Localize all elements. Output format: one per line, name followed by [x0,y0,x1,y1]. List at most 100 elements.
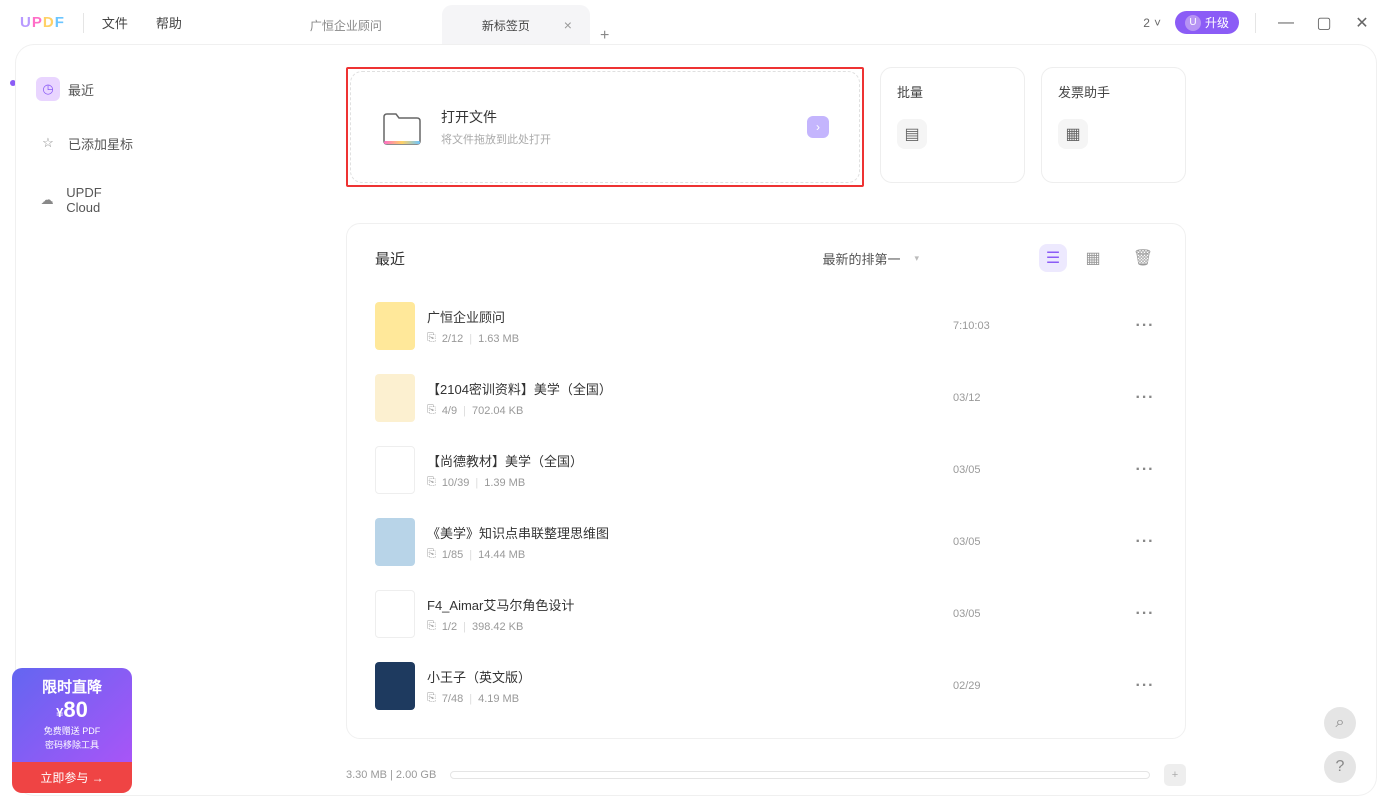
file-list: 广恒企业顾问 ⎘ 2/12 | 1.63 MB 7:10:03 ··· 【210… [347,286,1185,738]
app-logo: UPDF [20,14,65,31]
file-more-button[interactable]: ··· [1133,677,1157,695]
workspace: ◷ 最近 ☆ 已添加星标 ☁ UPDF Cloud 打开文件 将文件拖放到此处打… [16,45,1376,795]
batch-card[interactable]: 批量 ▤ [880,67,1025,183]
upgrade-button[interactable]: U升级 [1175,11,1239,34]
file-name: 【2104密训资料】美学（全国） [427,379,953,398]
close-icon[interactable]: × [564,17,572,33]
grid-view-button[interactable]: ▦ [1079,244,1107,272]
file-size: 1.63 MB [478,333,519,345]
file-meta: ⎘ 7/48 | 4.19 MB [427,692,953,705]
file-size: 1.39 MB [484,477,525,489]
promo-headline: 限时直降 [22,676,122,697]
search-button[interactable]: ⌕ [1324,707,1356,739]
window-controls-group: 2 ˅ U升级 — ▢ ✕ [1135,11,1374,35]
file-info: 小王子（英文版） ⎘ 7/48 | 4.19 MB [427,667,953,705]
file-more-button[interactable]: ··· [1133,605,1157,623]
file-date: 03/05 [953,464,1133,476]
menu-file[interactable]: 文件 [102,13,128,32]
file-info: 【2104密训资料】美学（全国） ⎘ 4/9 | 702.04 KB [427,379,953,417]
file-more-button[interactable]: ··· [1133,461,1157,479]
notification-count[interactable]: 2 ˅ [1135,14,1169,32]
maximize-button[interactable]: ▢ [1312,11,1336,35]
file-row[interactable]: F4_Aimar艾马尔角色设计 ⎘ 1/2 | 398.42 KB 03/05 … [361,578,1171,650]
sidebar-item-label: 最近 [68,80,94,99]
file-info: 【尚德教材】美学（全国） ⎘ 10/39 | 1.39 MB [427,451,953,489]
caret-down-icon: ▾ [914,253,919,264]
new-tab-button[interactable]: + [600,27,609,45]
invoice-icon: ▦ [1058,119,1088,149]
file-more-button[interactable]: ··· [1133,317,1157,335]
file-info: 广恒企业顾问 ⎘ 2/12 | 1.63 MB [427,307,953,345]
card-title: 批量 [897,82,1008,101]
file-meta: ⎘ 2/12 | 1.63 MB [427,332,953,345]
sidebar-item-cloud[interactable]: ☁ UPDF Cloud [24,177,146,223]
file-meta: ⎘ 1/85 | 14.44 MB [427,548,953,561]
file-info: 《美学》知识点串联整理思维图 ⎘ 1/85 | 14.44 MB [427,523,953,561]
storage-progress [450,771,1150,779]
file-pages: 7/48 [442,693,463,705]
file-meta: ⎘ 10/39 | 1.39 MB [427,476,953,489]
file-pages: 10/39 [442,477,470,489]
trash-button[interactable]: 🗑 [1129,244,1157,272]
pages-icon: ⎘ [427,404,436,417]
file-thumbnail [375,662,415,710]
list-view-button[interactable]: ☰ [1039,244,1067,272]
menu-help[interactable]: 帮助 [156,13,182,32]
close-window-button[interactable]: ✕ [1350,11,1374,35]
sort-dropdown[interactable]: 最新的排第一 ▾ [822,249,919,268]
tab-document[interactable]: 广恒企业顾问 [270,5,442,45]
file-pages: 2/12 [442,333,463,345]
file-thumbnail [375,374,415,422]
file-thumbnail [375,590,415,638]
divider [1255,13,1256,33]
file-date: 03/05 [953,536,1133,548]
recent-panel: 最近 最新的排第一 ▾ ☰ ▦ 🗑 广恒企业顾问 ⎘ 2/12 | 1.63 M… [346,223,1186,739]
file-name: 《美学》知识点串联整理思维图 [427,523,953,542]
file-size: 14.44 MB [478,549,525,561]
pages-icon: ⎘ [427,476,436,489]
open-file-card[interactable]: 打开文件 将文件拖放到此处打开 › [350,71,860,183]
file-size: 4.19 MB [478,693,519,705]
main-content: 打开文件 将文件拖放到此处打开 › 批量 ▤ 发票助手 ▦ 最近 最新的排第一 [156,45,1376,795]
file-more-button[interactable]: ··· [1133,389,1157,407]
file-thumbnail [375,446,415,494]
batch-icon: ▤ [897,119,927,149]
file-more-button[interactable]: ··· [1133,533,1157,551]
titlebar: UPDF 文件 帮助 广恒企业顾问 新标签页 × + 2 ˅ U升级 — ▢ ✕ [0,0,1392,45]
open-file-highlight: 打开文件 将文件拖放到此处打开 › [346,67,864,187]
file-name: 广恒企业顾问 [427,307,953,326]
file-name: F4_Aimar艾马尔角色设计 [427,595,953,614]
promo-cta[interactable]: 立即参与 → [12,762,132,793]
add-storage-button[interactable]: + [1164,764,1186,786]
file-pages: 1/85 [442,549,463,561]
tab-new[interactable]: 新标签页 × [442,5,590,45]
promo-sub: 免费赠送 PDF [22,725,122,738]
storage-bar: 3.30 MB | 2.00 GB + [346,761,1186,789]
invoice-card[interactable]: 发票助手 ▦ [1041,67,1186,183]
sidebar-item-label: UPDF Cloud [66,185,134,215]
open-file-title: 打开文件 [441,107,551,127]
pages-icon: ⎘ [427,620,436,633]
sidebar-item-starred[interactable]: ☆ 已添加星标 [24,123,146,163]
file-row[interactable]: 广恒企业顾问 ⎘ 2/12 | 1.63 MB 7:10:03 ··· [361,290,1171,362]
help-button[interactable]: ? [1324,751,1356,783]
sidebar-item-recent[interactable]: ◷ 最近 [24,69,146,109]
file-row[interactable]: 小王子（英文版） ⎘ 7/48 | 4.19 MB 02/29 ··· [361,650,1171,722]
minimize-button[interactable]: — [1274,11,1298,35]
chevron-down-icon: ˅ [1154,16,1161,30]
file-pages: 4/9 [442,405,457,417]
pages-icon: ⎘ [427,692,436,705]
promo-price: ¥80 [22,697,122,723]
file-row[interactable]: 【尚德教材】美学（全国） ⎘ 10/39 | 1.39 MB 03/05 ··· [361,434,1171,506]
file-row[interactable]: 【2104密训资料】美学（全国） ⎘ 4/9 | 702.04 KB 03/12… [361,362,1171,434]
divider [83,13,84,33]
file-meta: ⎘ 4/9 | 702.04 KB [427,404,953,417]
file-date: 02/29 [953,680,1133,692]
file-thumbnail [375,302,415,350]
open-file-subtitle: 将文件拖放到此处打开 [441,131,551,147]
file-row[interactable]: 《美学》知识点串联整理思维图 ⎘ 1/85 | 14.44 MB 03/05 ·… [361,506,1171,578]
section-title: 最近 [375,248,822,269]
sidebar-item-label: 已添加星标 [68,134,133,153]
promo-card[interactable]: 限时直降 ¥80 免费赠送 PDF 密码移除工具 立即参与 → [12,668,132,793]
file-date: 7:10:03 [953,320,1133,332]
